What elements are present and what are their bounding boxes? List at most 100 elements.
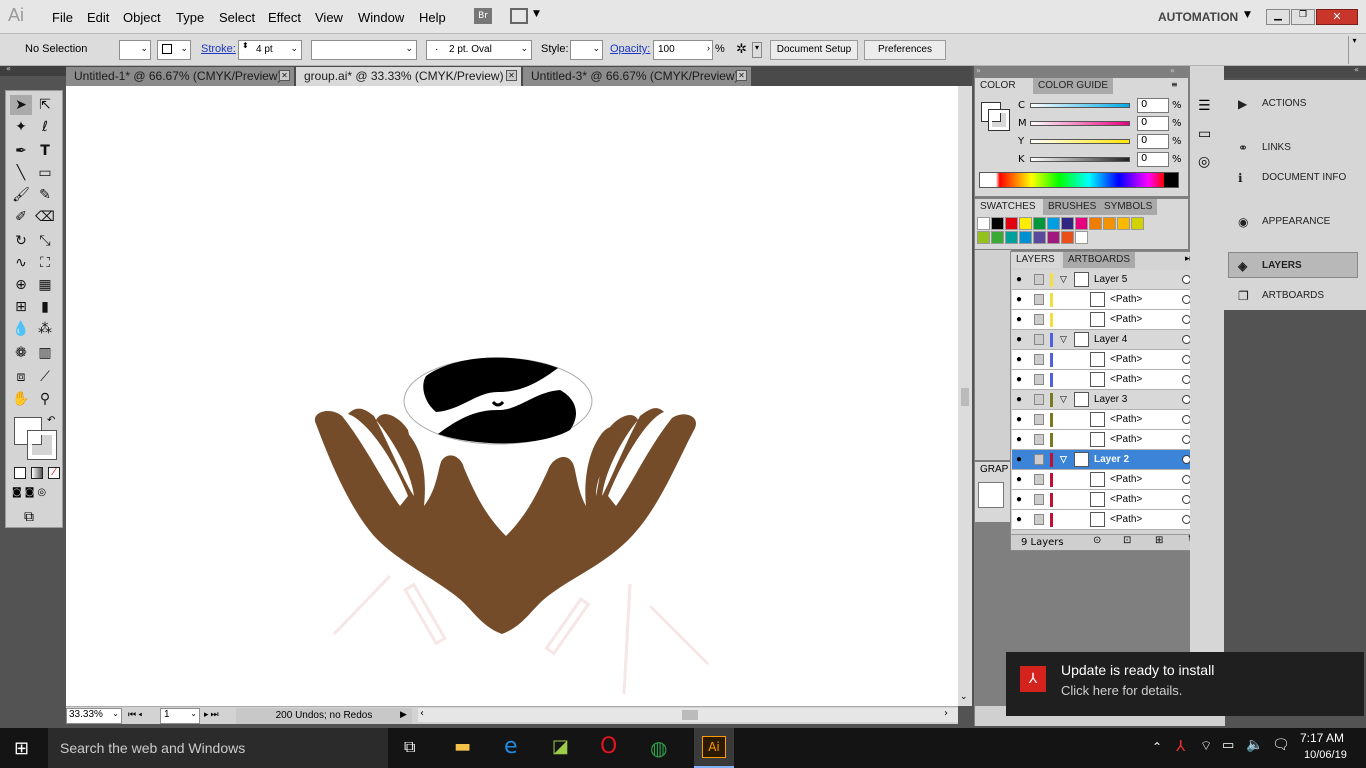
recolor-artwork-icon[interactable]: ✲ bbox=[736, 41, 747, 57]
swatch[interactable] bbox=[977, 217, 990, 230]
graphic-style-dropdown[interactable]: ⌄ bbox=[570, 40, 603, 60]
workspace-chevron-icon[interactable]: ▼ bbox=[1244, 10, 1251, 20]
panel-menu-icon[interactable]: ≡ bbox=[1171, 80, 1178, 89]
chevron-down-icon[interactable]: ▼ bbox=[533, 9, 540, 19]
layer-row[interactable]: ● ▽ Layer 3 bbox=[1012, 390, 1207, 410]
visibility-eye-icon[interactable]: ● bbox=[1016, 270, 1022, 289]
recolor-menu-icon[interactable]: ▾ bbox=[752, 42, 762, 58]
layer-sublayer-row[interactable]: ● <Path> bbox=[1012, 310, 1207, 330]
tab-brushes[interactable]: BRUSHES bbox=[1043, 199, 1102, 215]
notifications-icon[interactable]: 🗨 bbox=[1272, 737, 1290, 753]
swatch[interactable] bbox=[1005, 231, 1018, 244]
clock-time[interactable]: 7:17 AM bbox=[1300, 731, 1344, 745]
opacity-field[interactable]: 100 › bbox=[653, 40, 713, 60]
scroll-down-icon[interactable]: ⌄ bbox=[960, 692, 968, 702]
visibility-eye-icon[interactable]: ● bbox=[1016, 410, 1022, 429]
clipping-mask-icon[interactable]: ⊡ bbox=[1123, 535, 1131, 546]
dock-artboards[interactable]: ❐ ARTBOARDS bbox=[1230, 284, 1324, 308]
visibility-eye-icon[interactable]: ● bbox=[1016, 330, 1022, 349]
visibility-eye-icon[interactable]: ● bbox=[1016, 490, 1022, 509]
swatch[interactable] bbox=[1033, 231, 1046, 244]
lock-toggle-icon[interactable] bbox=[1034, 354, 1044, 365]
windows-start-icon[interactable]: ⊞ bbox=[14, 738, 29, 759]
visibility-eye-icon[interactable]: ● bbox=[1016, 370, 1022, 389]
channel-c-slider[interactable] bbox=[1030, 103, 1130, 108]
variable-width-dropdown[interactable]: ⌄ bbox=[311, 40, 417, 60]
channel-m-value[interactable]: 0 bbox=[1137, 116, 1169, 131]
menu-type[interactable]: Type bbox=[176, 10, 204, 25]
free-transform-tool-icon[interactable]: ⛶ bbox=[34, 253, 56, 273]
zoom-tool-icon[interactable]: ⚲ bbox=[34, 389, 56, 409]
opacity-label[interactable]: Opacity: bbox=[610, 43, 650, 55]
rectangle-tool-icon[interactable]: ▭ bbox=[34, 163, 56, 183]
photos-icon[interactable]: ◪ bbox=[552, 736, 569, 757]
artboard-canvas[interactable] bbox=[66, 86, 958, 706]
horizontal-scrollbar[interactable]: ‹ › bbox=[418, 708, 958, 722]
none-mode-icon[interactable]: ⁄ bbox=[48, 467, 60, 479]
swatch[interactable] bbox=[977, 231, 990, 244]
layer-row[interactable]: ● ▽ Layer 5 bbox=[1012, 270, 1207, 290]
swatch[interactable] bbox=[1033, 217, 1046, 230]
fill-color-dropdown[interactable]: ⌄ bbox=[119, 40, 151, 60]
expand-triangle-icon[interactable]: ▽ bbox=[1060, 330, 1067, 349]
artboard-navigation-field[interactable]: 1 ⌄ bbox=[160, 708, 200, 724]
swatch[interactable] bbox=[1089, 217, 1102, 230]
symbol-sprayer-tool-icon[interactable]: ❁ bbox=[10, 343, 32, 363]
close-tab-icon[interactable]: ✕ bbox=[506, 70, 517, 81]
lock-toggle-icon[interactable] bbox=[1034, 514, 1044, 525]
gradient-panel-icon[interactable]: ▭ bbox=[1198, 126, 1211, 142]
lock-toggle-icon[interactable] bbox=[1034, 474, 1044, 485]
lock-toggle-icon[interactable] bbox=[1034, 494, 1044, 505]
vertical-scrollbar[interactable]: ⌄ bbox=[958, 86, 972, 706]
stroke-panel-icon[interactable]: ☰ bbox=[1198, 98, 1211, 114]
swatch[interactable] bbox=[1061, 231, 1074, 244]
visibility-eye-icon[interactable]: ● bbox=[1016, 310, 1022, 329]
minimize-button[interactable]: ▁ bbox=[1266, 9, 1290, 25]
locate-object-icon[interactable]: ⊙ bbox=[1093, 535, 1101, 546]
arrange-documents-icon[interactable] bbox=[510, 8, 528, 24]
stroke-indicator[interactable] bbox=[988, 109, 1010, 131]
file-explorer-icon[interactable]: ▬ bbox=[454, 736, 471, 757]
scroll-left-icon[interactable]: ‹ bbox=[420, 708, 424, 719]
restore-button[interactable]: ❐ bbox=[1291, 9, 1315, 25]
acrobat-tray-icon[interactable]: ⅄ bbox=[1176, 737, 1185, 755]
expand-triangle-icon[interactable]: ▽ bbox=[1060, 450, 1067, 469]
direct-selection-tool-icon[interactable]: ⇱ bbox=[34, 95, 56, 115]
bridge-button[interactable]: Br bbox=[474, 8, 492, 24]
preferences-button[interactable]: Preferences bbox=[864, 40, 946, 60]
close-button[interactable]: ✕ bbox=[1316, 9, 1358, 25]
stroke-swatch[interactable] bbox=[27, 430, 57, 460]
channel-y-value[interactable]: 0 bbox=[1137, 134, 1169, 149]
battery-icon[interactable]: ▭ bbox=[1222, 738, 1234, 753]
type-tool-icon[interactable]: T bbox=[34, 141, 56, 161]
swatch[interactable] bbox=[1103, 217, 1116, 230]
wifi-icon[interactable]: ⌔ bbox=[1200, 738, 1212, 754]
tab-color[interactable]: COLOR bbox=[975, 78, 1021, 94]
visibility-eye-icon[interactable]: ● bbox=[1016, 390, 1022, 409]
graphic-style-swatch[interactable] bbox=[978, 482, 1004, 508]
stroke-color-dropdown[interactable]: ⌄ bbox=[157, 40, 191, 60]
zoom-dropdown[interactable]: 33.33% ⌄ bbox=[66, 708, 122, 724]
swatch[interactable] bbox=[1061, 217, 1074, 230]
layer-sublayer-row[interactable]: ● <Path> bbox=[1012, 290, 1207, 310]
scroll-right-icon[interactable]: › bbox=[944, 708, 948, 719]
workspace-switcher[interactable]: AUTOMATION bbox=[1158, 10, 1238, 24]
visibility-eye-icon[interactable]: ● bbox=[1016, 450, 1022, 469]
dock-appearance[interactable]: ◉ APPEARANCE bbox=[1230, 210, 1330, 234]
expand-dock-icon[interactable]: « bbox=[1170, 66, 1175, 75]
mesh-tool-icon[interactable]: ⊞ bbox=[10, 297, 32, 317]
edge-icon[interactable]: e bbox=[504, 734, 518, 759]
swatch[interactable] bbox=[1075, 231, 1088, 244]
line-tool-icon[interactable]: ╲ bbox=[10, 163, 32, 183]
layer-sublayer-row[interactable]: ● <Path> bbox=[1012, 370, 1207, 390]
scale-tool-icon[interactable]: ⤡ bbox=[34, 231, 56, 251]
new-sublayer-icon[interactable]: ⊞ bbox=[1155, 535, 1163, 546]
graph-tool-icon[interactable]: ▥ bbox=[34, 343, 56, 363]
swatch[interactable] bbox=[1075, 217, 1088, 230]
swatch[interactable] bbox=[1005, 217, 1018, 230]
control-bar-menu-icon[interactable]: ▾ bbox=[1348, 36, 1360, 64]
lock-toggle-icon[interactable] bbox=[1034, 434, 1044, 445]
layer-sublayer-row[interactable]: ● <Path> bbox=[1012, 350, 1207, 370]
color-mode-icon[interactable] bbox=[14, 467, 26, 479]
visibility-eye-icon[interactable]: ● bbox=[1016, 470, 1022, 489]
